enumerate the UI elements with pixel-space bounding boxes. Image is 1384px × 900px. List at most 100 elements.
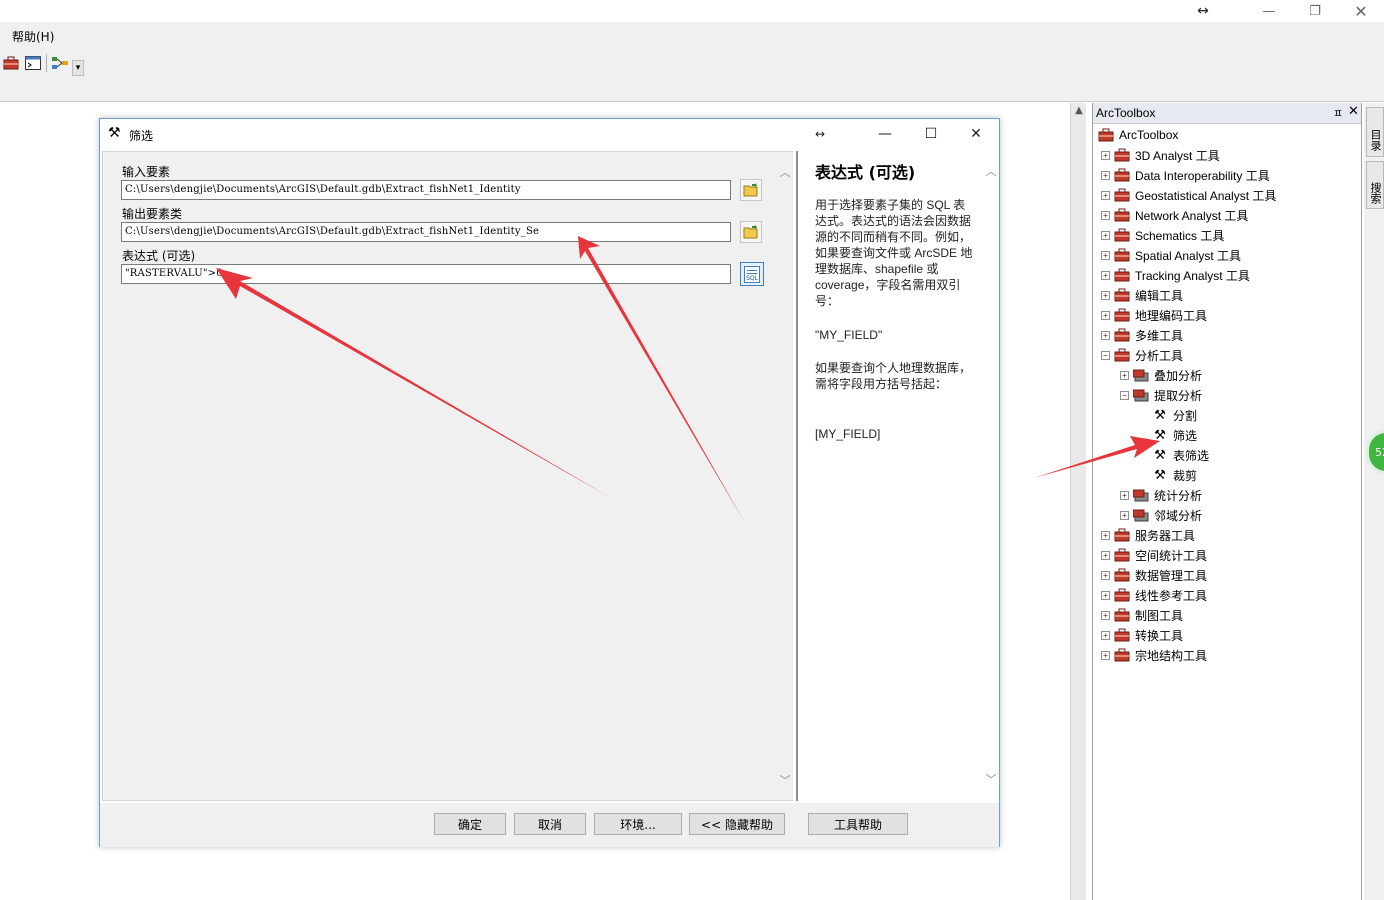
tree-item[interactable]: + Geostatistical Analyst 工具: [1101, 185, 1276, 205]
expand-icon[interactable]: +: [1120, 370, 1129, 380]
search-tab[interactable]: 搜索: [1366, 161, 1384, 209]
expand-icon[interactable]: +: [1120, 510, 1129, 520]
hammer-icon: ⚒: [1154, 467, 1166, 482]
ok-button[interactable]: 确定: [434, 813, 506, 835]
tree-item[interactable]: + 宗地结构工具: [1101, 645, 1207, 665]
input-features-field[interactable]: C:\Users\dengjie\Documents\ArcGIS\Defaul…: [121, 180, 731, 200]
toolbox-icon: [1114, 628, 1130, 642]
tree-item[interactable]: + Network Analyst 工具: [1101, 205, 1248, 225]
browse-folder-button-input[interactable]: [740, 179, 762, 201]
tree-item[interactable]: + Spatial Analyst 工具: [1101, 245, 1241, 265]
help-scrollbar[interactable]: ︿ ﹀: [983, 151, 999, 799]
tree-item[interactable]: ⚒ 筛选: [1139, 425, 1197, 445]
window-minimize-button[interactable]: —: [1246, 0, 1292, 22]
chevron-down-icon[interactable]: ﹀: [777, 772, 793, 788]
chevron-down-icon[interactable]: ﹀: [983, 771, 999, 787]
expand-icon[interactable]: +: [1101, 230, 1110, 240]
expand-icon[interactable]: +: [1101, 530, 1110, 540]
help-title: 表达式 (可选): [815, 163, 916, 182]
expand-icon[interactable]: +: [1101, 250, 1110, 260]
tree-item[interactable]: + 统计分析: [1120, 485, 1202, 505]
tree-item[interactable]: + 服务器工具: [1101, 525, 1195, 545]
tree-item[interactable]: + 数据管理工具: [1101, 565, 1207, 585]
toolset-icon: [1132, 388, 1149, 402]
browse-folder-button-output[interactable]: [740, 221, 762, 243]
tree-item[interactable]: + 叠加分析: [1120, 365, 1202, 385]
collapse-icon[interactable]: −: [1101, 350, 1110, 360]
tree-item[interactable]: ⚒ 表筛选: [1139, 445, 1209, 465]
tree-item-label: 数据管理工具: [1135, 568, 1208, 583]
window-resize-icon[interactable]: ↔: [1180, 0, 1226, 22]
expand-icon[interactable]: +: [1101, 190, 1110, 200]
scroll-up-icon[interactable]: ▲: [1071, 105, 1087, 116]
toolbar-dropdown[interactable]: ▾: [72, 60, 84, 76]
toolbox-icon[interactable]: [2, 54, 20, 72]
tree-item[interactable]: ⚒ 裁剪: [1139, 465, 1197, 485]
model-builder-icon[interactable]: [51, 54, 69, 72]
tree-root[interactable]: ArcToolbox: [1098, 125, 1178, 145]
tree-item[interactable]: ⚒ 分割: [1139, 405, 1197, 425]
tree-item[interactable]: + 多维工具: [1101, 325, 1183, 345]
dialog-minimize-button[interactable]: —: [865, 123, 905, 145]
tree-item[interactable]: + Schematics 工具: [1101, 225, 1224, 245]
cancel-button[interactable]: 取消: [514, 813, 586, 835]
sql-query-builder-button[interactable]: SQL: [740, 262, 764, 286]
dialog-maximize-button[interactable]: ☐: [911, 123, 951, 145]
command-line-icon[interactable]: [24, 54, 42, 72]
collapse-icon[interactable]: −: [1120, 390, 1129, 400]
tree-item[interactable]: − 提取分析: [1120, 385, 1202, 405]
tree-item[interactable]: + 转换工具: [1101, 625, 1183, 645]
expand-icon[interactable]: +: [1101, 550, 1110, 560]
output-feature-class-field[interactable]: C:\Users\dengjie\Documents\ArcGIS\Defaul…: [121, 222, 731, 242]
expand-icon[interactable]: +: [1101, 590, 1110, 600]
expression-field[interactable]: "RASTERVALU">0: [121, 264, 731, 284]
window-close-button[interactable]: ✕: [1338, 0, 1384, 22]
dialog-titlebar[interactable]: ⚒ 筛选 ↔ — ☐ ✕: [100, 119, 999, 149]
tree-item-label: 筛选: [1173, 428, 1198, 443]
expand-icon[interactable]: +: [1101, 310, 1110, 320]
catalog-tab[interactable]: 目录: [1366, 107, 1384, 157]
tree-item[interactable]: + 地理编码工具: [1101, 305, 1207, 325]
window-restore-button[interactable]: ❐: [1292, 0, 1338, 22]
expand-icon[interactable]: +: [1101, 170, 1110, 180]
expand-icon[interactable]: +: [1101, 290, 1110, 300]
hammer-icon: ⚒: [1154, 447, 1166, 462]
expand-icon[interactable]: +: [1101, 570, 1110, 580]
tool-help-button[interactable]: 工具帮助: [808, 813, 908, 835]
expand-icon[interactable]: +: [1101, 630, 1110, 640]
tree-item-label: 邻域分析: [1154, 508, 1203, 523]
parameters-scrollbar[interactable]: ︿ ﹀: [777, 152, 793, 800]
expand-icon[interactable]: +: [1101, 150, 1110, 160]
tree-item[interactable]: +3D Analyst 工具: [1101, 145, 1220, 165]
tree-item[interactable]: − 分析工具: [1101, 345, 1183, 365]
toolbox-icon: [1114, 608, 1130, 622]
pin-icon[interactable]: ㅍ: [1333, 105, 1343, 121]
dialog-close-button[interactable]: ✕: [956, 123, 996, 145]
tree-item-label: 提取分析: [1154, 388, 1203, 403]
chevron-up-icon[interactable]: ︿: [983, 163, 999, 179]
main-vertical-scrollbar[interactable]: ▲: [1070, 103, 1086, 900]
menu-help[interactable]: 帮助(H): [12, 28, 54, 45]
tree-item[interactable]: + 线性参考工具: [1101, 585, 1207, 605]
help-example-bracketed: [MY_FIELD]: [815, 427, 881, 441]
close-icon[interactable]: ✕: [1348, 104, 1359, 119]
expand-icon[interactable]: +: [1101, 330, 1110, 340]
expand-icon[interactable]: +: [1101, 610, 1110, 620]
toolbox-icon: [1114, 528, 1130, 542]
expand-icon[interactable]: +: [1101, 210, 1110, 220]
chevron-up-icon[interactable]: ︿: [777, 164, 793, 180]
tree-item[interactable]: + 空间统计工具: [1101, 545, 1207, 565]
tree-item[interactable]: + 编辑工具: [1101, 285, 1183, 305]
tree-item-label: 分析工具: [1135, 348, 1184, 363]
tree-item[interactable]: + 制图工具: [1101, 605, 1183, 625]
expand-icon[interactable]: +: [1101, 650, 1110, 660]
expand-icon[interactable]: +: [1120, 490, 1129, 500]
tree-item[interactable]: + 邻域分析: [1120, 505, 1202, 525]
dialog-resize-icon[interactable]: ↔: [800, 123, 840, 145]
toolbox-icon: [1114, 208, 1130, 222]
hide-help-button[interactable]: << 隐藏帮助: [689, 813, 785, 835]
tree-item[interactable]: + Data Interoperability 工具: [1101, 165, 1270, 185]
tree-item[interactable]: + Tracking Analyst 工具: [1101, 265, 1250, 285]
expand-icon[interactable]: +: [1101, 270, 1110, 280]
environments-button[interactable]: 环境...: [594, 813, 682, 835]
